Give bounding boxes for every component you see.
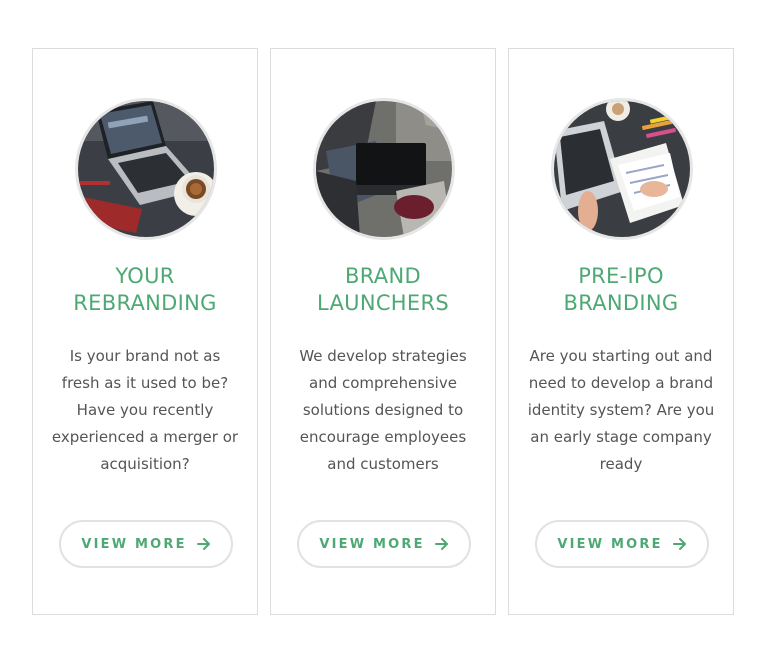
service-cards: YOUR REBRANDING Is your brand not as fre… — [0, 0, 768, 665]
view-more-button[interactable]: VIEW MORE — [297, 520, 471, 568]
card-title: PRE-IPO BRANDING — [509, 263, 733, 317]
card-title-line: YOUR — [115, 264, 175, 288]
card-title: BRAND LAUNCHERS — [271, 263, 495, 317]
card-description: Are you starting out and need to develop… — [519, 343, 723, 478]
description-line: solutions designed to — [302, 401, 464, 419]
description-line: fresh as it used to be? — [61, 374, 229, 392]
description-line: identity system? Are you — [527, 401, 715, 419]
description-line: ready — [599, 455, 643, 473]
arrow-right-icon — [196, 538, 211, 550]
desk-papers-photo — [551, 98, 693, 240]
card-title-line: REBRANDING — [73, 291, 217, 315]
card-title-line: PRE-IPO — [578, 264, 664, 288]
description-line: an early stage company — [530, 428, 712, 446]
card-title: YOUR REBRANDING — [33, 263, 257, 317]
card-your-rebranding: YOUR REBRANDING Is your brand not as fre… — [32, 48, 258, 615]
description-line: need to develop a brand — [528, 374, 714, 392]
card-description: We develop strategies and comprehensive … — [281, 343, 485, 478]
card-description: Is your brand not as fresh as it used to… — [43, 343, 247, 478]
description-line: and customers — [327, 455, 439, 473]
laptop-coffee-photo — [75, 98, 217, 240]
description-line: We develop strategies — [299, 347, 467, 365]
person-laptop-photo — [313, 98, 455, 240]
description-line: Is your brand not as — [69, 347, 221, 365]
view-more-button[interactable]: VIEW MORE — [59, 520, 233, 568]
description-line: acquisition? — [100, 455, 190, 473]
view-more-label: VIEW MORE — [557, 536, 663, 552]
card-pre-ipo-branding: PRE-IPO BRANDING Are you starting out an… — [508, 48, 734, 615]
view-more-button[interactable]: VIEW MORE — [535, 520, 709, 568]
card-title-line: BRANDING — [563, 291, 679, 315]
card-brand-launchers: BRAND LAUNCHERS We develop strategies an… — [270, 48, 496, 615]
description-line: and comprehensive — [309, 374, 457, 392]
arrow-right-icon — [672, 538, 687, 550]
description-line: Are you starting out and — [529, 347, 713, 365]
card-title-line: BRAND — [345, 264, 421, 288]
arrow-right-icon — [434, 538, 449, 550]
card-title-line: LAUNCHERS — [317, 291, 449, 315]
view-more-label: VIEW MORE — [319, 536, 425, 552]
description-line: experienced a merger or — [51, 428, 239, 446]
description-line: encourage employees — [299, 428, 467, 446]
description-line: Have you recently — [76, 401, 214, 419]
view-more-label: VIEW MORE — [81, 536, 187, 552]
